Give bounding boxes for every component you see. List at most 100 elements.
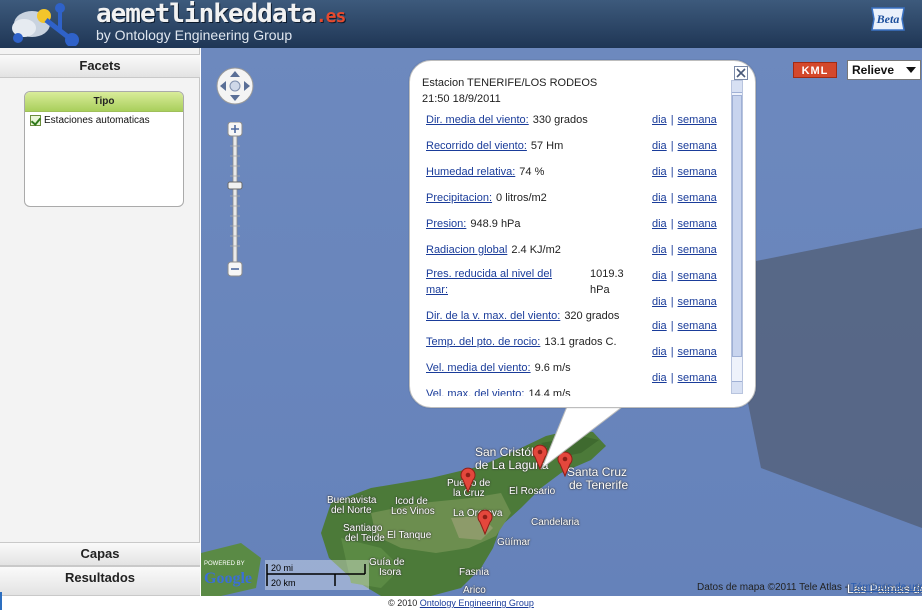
scroll-down-icon[interactable] bbox=[732, 381, 742, 393]
dia-link[interactable]: dia bbox=[652, 114, 667, 126]
beta-badge: Beta bbox=[871, 7, 905, 31]
measurement-value: 13.1 grados C. bbox=[544, 336, 617, 348]
map-label: de Tenerife bbox=[569, 478, 629, 492]
pan-control[interactable] bbox=[215, 66, 255, 106]
semana-link[interactable]: semana bbox=[678, 166, 717, 178]
hand-icon[interactable] bbox=[229, 80, 241, 92]
map-label: Arico bbox=[463, 585, 486, 596]
map-label: Los Vinos bbox=[391, 506, 435, 517]
measurement-value: 0 litros/m2 bbox=[496, 192, 547, 204]
measurement-value: 1019.3 hPa bbox=[590, 268, 624, 296]
map-label: del Norte bbox=[331, 505, 372, 516]
semana-link[interactable]: semana bbox=[678, 372, 717, 384]
dia-link[interactable]: dia bbox=[652, 218, 667, 230]
link-separator: | bbox=[670, 140, 674, 152]
measurement-row: Radiacion global 2.4 KJ/m2 dia | semana bbox=[426, 242, 726, 258]
capas-header[interactable]: Capas bbox=[0, 542, 200, 566]
dia-link[interactable]: dia bbox=[652, 296, 667, 308]
dia-link[interactable]: dia bbox=[652, 270, 667, 282]
measurement-row: Pres. reducida al nivel del mar: 1019.3 h… bbox=[426, 266, 726, 308]
zoom-handle[interactable] bbox=[227, 181, 243, 190]
semana-link[interactable]: semana bbox=[678, 270, 717, 282]
period-links: dia | semana bbox=[652, 190, 717, 206]
map-marker-icon[interactable] bbox=[460, 467, 476, 493]
powered-by-label: POWERED BY bbox=[204, 561, 245, 567]
resultados-header[interactable]: Resultados bbox=[0, 566, 200, 596]
measurement-link[interactable]: Humedad relativa: bbox=[426, 166, 515, 178]
semana-link[interactable]: semana bbox=[678, 140, 717, 152]
chevron-down-icon bbox=[906, 67, 916, 73]
tipo-header[interactable]: Tipo bbox=[25, 92, 183, 112]
app-title: aemetlinkeddata.es bbox=[96, 0, 346, 29]
dia-link[interactable]: dia bbox=[652, 372, 667, 384]
link-separator: | bbox=[670, 244, 674, 256]
measurement-row: Dir. media del viento: 330 grados dia | sem… bbox=[426, 112, 726, 128]
map-label: El Rosario bbox=[509, 486, 556, 497]
semana-link[interactable]: semana bbox=[678, 114, 717, 126]
period-links: dia | semana bbox=[652, 112, 717, 128]
link-separator: | bbox=[670, 114, 674, 126]
measurement-link[interactable]: Vel. media del viento: bbox=[426, 362, 531, 374]
period-links: dia | semana bbox=[652, 344, 717, 360]
semana-link[interactable]: semana bbox=[678, 244, 717, 256]
measurement-link[interactable]: Dir. media del viento: bbox=[426, 114, 529, 126]
measurement-row: Precipitacion: 0 litros/m2 dia | semana bbox=[426, 190, 726, 206]
scroll-up-icon[interactable] bbox=[732, 81, 742, 93]
semana-link[interactable]: semana bbox=[678, 218, 717, 230]
facets-sidebar: Facets Tipo Estaciones automaticas Capas… bbox=[0, 48, 200, 596]
map-scale: 20 mi 20 km bbox=[265, 560, 369, 590]
google-logo-text: Google bbox=[204, 570, 252, 587]
measurement-link[interactable]: Precipitacion: bbox=[426, 192, 492, 204]
app-title-suffix: .es bbox=[315, 6, 346, 27]
scroll-thumb[interactable] bbox=[732, 95, 742, 357]
kml-button[interactable]: KML bbox=[793, 62, 837, 78]
measurement-value: 74 % bbox=[519, 166, 545, 178]
info-scrollbar[interactable] bbox=[731, 80, 743, 394]
app-subtitle: by Ontology Engineering Group bbox=[96, 27, 293, 43]
info-window-tail bbox=[540, 404, 627, 470]
link-separator: | bbox=[670, 270, 674, 282]
map-marker-icon[interactable] bbox=[477, 509, 493, 535]
dia-link[interactable]: dia bbox=[652, 320, 667, 332]
semana-link[interactable]: semana bbox=[678, 296, 717, 308]
measurement-row: Temp. del pto. de rocio: 13.1 grados C. d… bbox=[426, 334, 726, 358]
link-separator: | bbox=[670, 346, 674, 358]
measurement-link[interactable]: Temp. del pto. de rocio: bbox=[426, 336, 540, 348]
zoom-slider[interactable] bbox=[227, 122, 243, 278]
footer-link[interactable]: Ontology Engineering Group bbox=[420, 598, 534, 608]
map-label: Candelaria bbox=[531, 517, 580, 528]
measurement-row: Vel. media del viento: 9.6 m/s dia | semana bbox=[426, 360, 726, 384]
semana-link[interactable]: semana bbox=[678, 192, 717, 204]
logo-icon bbox=[12, 3, 79, 46]
terms-link[interactable]: Términos de uso bbox=[851, 582, 922, 593]
measurement-link[interactable]: Dir. de la v. max. del viento: bbox=[426, 310, 560, 322]
map-label: Fasnia bbox=[459, 567, 490, 578]
measurement-link[interactable]: Presion: bbox=[426, 218, 466, 230]
measurement-link[interactable]: Recorrido del viento: bbox=[426, 140, 527, 152]
app-root: { "header": { "title_main": "aemetlinked… bbox=[0, 0, 922, 610]
measurement-link[interactable]: Pres. reducida al nivel del mar: bbox=[426, 266, 572, 298]
facet-item-estaciones[interactable]: Estaciones automaticas bbox=[25, 112, 183, 129]
dia-link[interactable]: dia bbox=[652, 346, 667, 358]
dia-link[interactable]: dia bbox=[652, 166, 667, 178]
close-icon[interactable] bbox=[734, 66, 748, 80]
semana-link[interactable]: semana bbox=[678, 320, 717, 332]
period-links: dia | semana bbox=[652, 318, 717, 334]
dia-link[interactable]: dia bbox=[652, 244, 667, 256]
facet-checkbox[interactable] bbox=[30, 115, 41, 126]
dia-link[interactable]: dia bbox=[652, 192, 667, 204]
station-name: Estacion TENERIFE/LOS RODEOS bbox=[422, 77, 598, 89]
map-type-value: Relieve bbox=[852, 63, 895, 77]
map-type-select[interactable]: Relieve bbox=[847, 60, 921, 80]
beta-label: Beta bbox=[876, 12, 900, 26]
facets-header[interactable]: Facets bbox=[0, 54, 200, 78]
period-links: dia | semana bbox=[652, 164, 717, 180]
measurement-link[interactable]: Vel. max. del viento: bbox=[426, 388, 524, 396]
link-separator: | bbox=[670, 192, 674, 204]
measurement-link[interactable]: Radiacion global bbox=[426, 244, 507, 256]
measurement-row: Recorrido del viento: 57 Hm dia | semana bbox=[426, 138, 726, 154]
dia-link[interactable]: dia bbox=[652, 140, 667, 152]
app-title-main: aemetlinkeddata bbox=[96, 0, 317, 29]
semana-link[interactable]: semana bbox=[678, 346, 717, 358]
map-label: Isora bbox=[379, 567, 402, 578]
